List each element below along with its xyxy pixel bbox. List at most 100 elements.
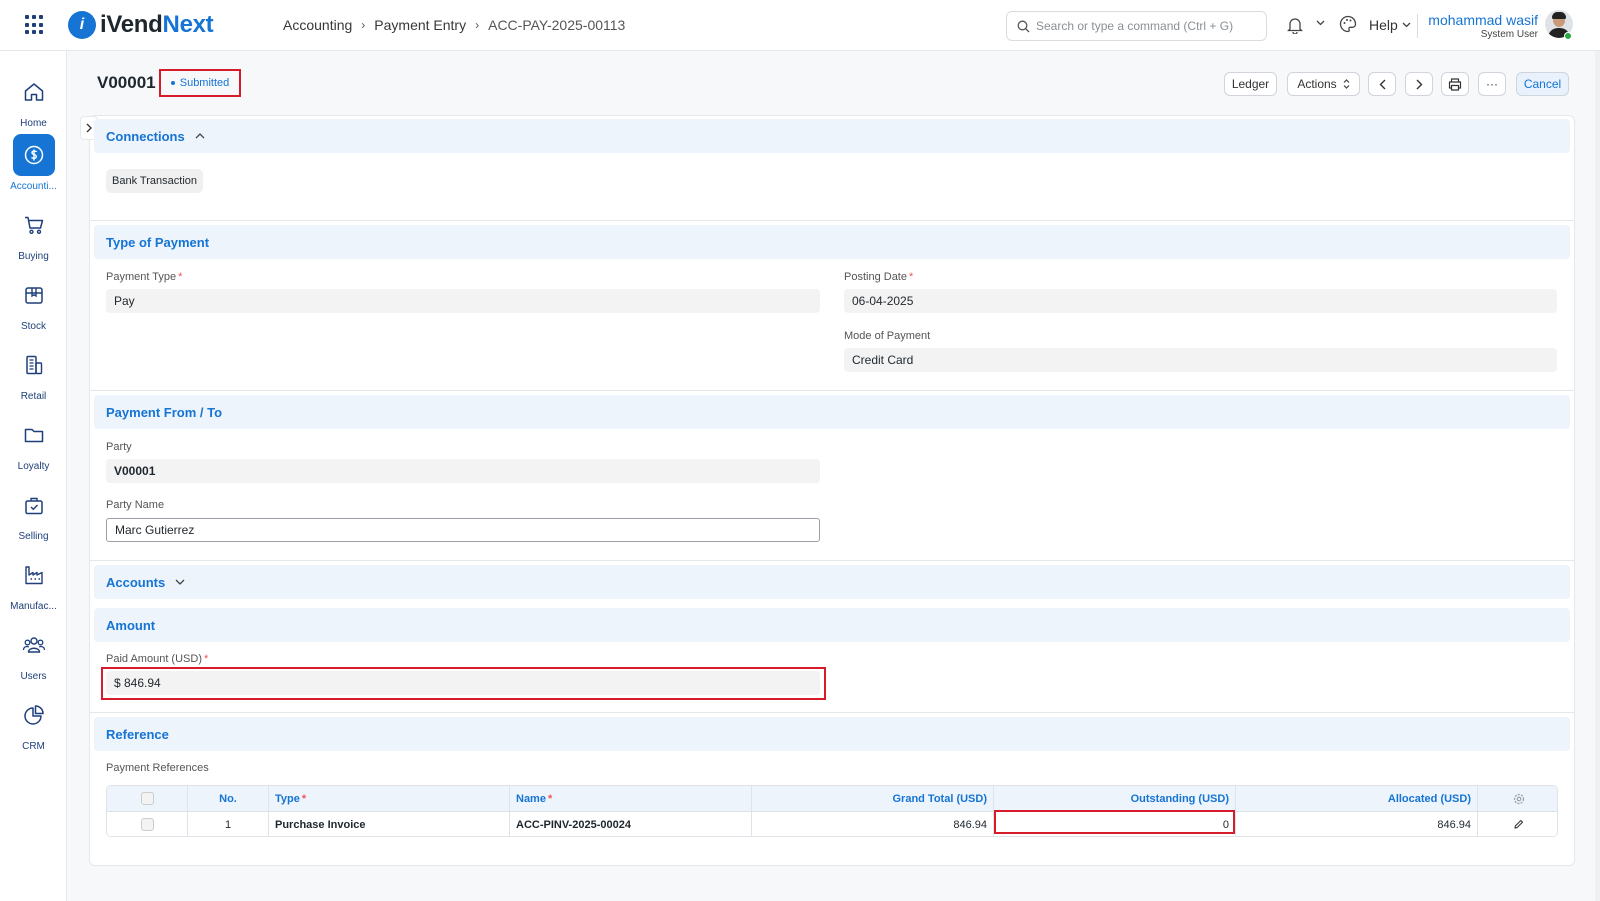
select-all-checkbox[interactable] xyxy=(140,792,154,805)
sidebar-item-label: CRM xyxy=(22,741,45,752)
sidebar-item-label: Buying xyxy=(18,251,49,262)
table-row[interactable]: 1 Purchase Invoice ACC-PINV-2025-00024 8… xyxy=(107,812,1557,836)
cell-grand-total[interactable]: 846.94 xyxy=(752,812,994,836)
status-label: Submitted xyxy=(179,77,230,89)
status-badge: Submitted xyxy=(159,69,241,97)
row-checkbox[interactable] xyxy=(140,818,154,831)
section-connections[interactable]: Connections xyxy=(94,119,1570,153)
chevron-right-icon: › xyxy=(361,18,366,32)
chevron-left-icon xyxy=(1379,79,1385,89)
paid-amount-label: Paid Amount (USD) * xyxy=(106,653,209,665)
sidebar: Home Accounti... Buying Stock Retail Loy… xyxy=(0,51,67,901)
column-settings[interactable] xyxy=(1478,786,1557,811)
posting-date-field[interactable]: 06-04-2025 xyxy=(844,289,1557,313)
sidebar-item-stock[interactable]: Stock xyxy=(0,274,67,332)
actions-dropdown[interactable]: Actions xyxy=(1287,72,1360,96)
select-all-cell xyxy=(107,786,188,811)
chevron-down-icon[interactable] xyxy=(1316,20,1325,26)
cancel-button[interactable]: Cancel xyxy=(1516,72,1569,96)
mode-of-payment-field[interactable]: Credit Card xyxy=(844,348,1557,372)
sidebar-item-accounting[interactable]: Accounti... xyxy=(0,134,67,192)
sidebar-item-label: Home xyxy=(20,118,47,129)
column-no: No. xyxy=(188,786,269,811)
breadcrumb-payment-entry[interactable]: Payment Entry xyxy=(374,17,466,33)
search-icon xyxy=(1017,20,1030,32)
cell-type[interactable]: Purchase Invoice xyxy=(269,812,510,836)
section-reference[interactable]: Reference xyxy=(94,717,1570,751)
printer-icon xyxy=(1448,77,1462,91)
chevron-down-icon xyxy=(1402,22,1411,28)
settings-gear-icon xyxy=(1513,793,1524,804)
status-dot xyxy=(170,81,175,85)
user-role: System User xyxy=(1480,29,1538,40)
cell-name[interactable]: ACC-PINV-2025-00024 xyxy=(510,812,752,836)
party-label: Party xyxy=(106,441,132,453)
page-scrollbar[interactable] xyxy=(1595,51,1600,901)
home-icon xyxy=(13,71,55,113)
breadcrumb-accounting[interactable]: Accounting xyxy=(283,17,352,33)
party-field[interactable]: V00001 xyxy=(106,459,820,483)
highlight-box xyxy=(101,667,826,700)
cell-allocated[interactable]: 846.94 xyxy=(1236,812,1478,836)
sidebar-item-users[interactable]: Users xyxy=(0,624,67,682)
divider xyxy=(90,712,1574,713)
section-accounts[interactable]: Accounts xyxy=(94,565,1570,599)
row-select-cell xyxy=(107,812,188,836)
breadcrumb: Accounting › Payment Entry › ACC-PAY-202… xyxy=(283,17,625,33)
divider xyxy=(90,220,1574,221)
box-icon xyxy=(13,274,55,316)
sidebar-item-label: Accounti... xyxy=(10,181,57,192)
divider xyxy=(1417,14,1418,38)
breadcrumb-document[interactable]: ACC-PAY-2025-00113 xyxy=(488,17,625,33)
sidebar-item-retail[interactable]: Retail xyxy=(0,344,67,402)
column-grand-total: Grand Total (USD) xyxy=(752,786,994,811)
theme-palette-icon[interactable] xyxy=(1339,15,1357,33)
chevron-up-icon xyxy=(195,133,205,139)
sidebar-item-crm[interactable]: CRM xyxy=(0,694,67,752)
folder-icon xyxy=(13,414,55,456)
sidebar-item-label: Users xyxy=(20,671,47,682)
sidebar-item-label: Stock xyxy=(20,321,46,332)
sort-arrows-icon xyxy=(1343,79,1350,89)
section-title: Type of Payment xyxy=(106,234,210,250)
chevron-right-icon xyxy=(1416,79,1422,89)
page-title: V00001 xyxy=(97,73,156,92)
ledger-button[interactable]: Ledger xyxy=(1224,72,1277,96)
dollar-icon xyxy=(12,134,55,176)
app-logo[interactable]: i iVendNext xyxy=(68,10,214,40)
row-edit-cell[interactable] xyxy=(1478,812,1557,836)
user-info[interactable]: mohammad wasif System User xyxy=(1420,12,1538,40)
previous-record-button[interactable] xyxy=(1368,72,1396,96)
next-record-button[interactable] xyxy=(1405,72,1433,96)
sidebar-item-buying[interactable]: Buying xyxy=(0,204,67,262)
search-box[interactable] xyxy=(1006,11,1267,41)
actions-label: Actions xyxy=(1297,77,1337,91)
logo-mark-icon: i xyxy=(68,11,96,39)
section-payment-from-to[interactable]: Payment From / To xyxy=(94,395,1570,429)
chevron-right-icon xyxy=(86,123,92,133)
sidebar-item-loyalty[interactable]: Loyalty xyxy=(0,414,67,472)
sidebar-item-label: Retail xyxy=(20,391,47,402)
sidebar-item-selling[interactable]: Selling xyxy=(0,484,67,542)
search-input[interactable] xyxy=(1036,19,1256,33)
column-allocated: Allocated (USD) xyxy=(1236,786,1478,811)
party-name-input[interactable]: Marc Gutierrez xyxy=(106,518,820,542)
print-button[interactable] xyxy=(1441,72,1469,96)
posting-date-label: Posting Date * xyxy=(844,271,914,283)
sidebar-item-home[interactable]: Home xyxy=(0,71,67,129)
edit-pencil-icon xyxy=(1514,819,1524,829)
column-type: Type * xyxy=(269,786,510,811)
bank-transaction-link[interactable]: Bank Transaction xyxy=(106,169,203,193)
section-type-of-payment[interactable]: Type of Payment xyxy=(94,225,1570,259)
notification-bell-icon[interactable] xyxy=(1287,16,1303,34)
chevron-right-icon: › xyxy=(475,18,480,32)
sidebar-item-manufacturing[interactable]: Manufac... xyxy=(0,554,67,612)
section-amount[interactable]: Amount xyxy=(94,608,1570,642)
sidebar-item-label: Selling xyxy=(18,531,49,542)
help-menu[interactable]: Help xyxy=(1369,17,1411,33)
app-grid-icon[interactable] xyxy=(25,15,45,35)
payment-type-field[interactable]: Pay xyxy=(106,289,820,313)
more-options-button[interactable]: ··· xyxy=(1478,72,1506,96)
column-outstanding: Outstanding (USD) xyxy=(994,786,1236,811)
payment-references-label: Payment References xyxy=(106,762,209,774)
